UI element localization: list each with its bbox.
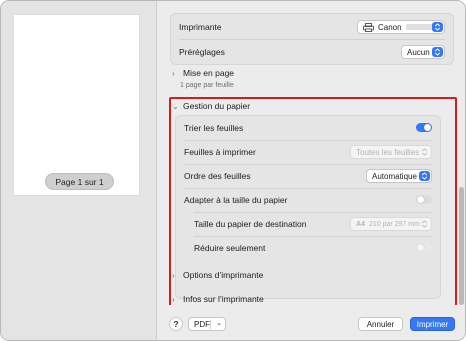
settings-pane: Imprimante Canon Préréglages Aucun › Mis… bbox=[158, 1, 465, 340]
page-order-label: Ordre des feuilles bbox=[184, 171, 251, 181]
help-button[interactable]: ? bbox=[169, 317, 183, 331]
printer-label: Imprimante bbox=[179, 22, 222, 32]
pages-to-print-select[interactable]: Toutes les feuilles bbox=[350, 145, 432, 159]
divider bbox=[194, 236, 432, 237]
paper-section-header[interactable]: ⌄ Gestion du papier bbox=[172, 101, 250, 111]
printer-options-title: Options d’imprimante bbox=[183, 270, 264, 280]
printer-options-section-header[interactable]: › Options d’imprimante bbox=[172, 270, 263, 280]
layout-section-header[interactable]: › Mise en page bbox=[172, 68, 234, 78]
print-dialog: Page 1 sur 1 Imprimante Canon Préréglage… bbox=[0, 0, 466, 341]
pages-to-print-label: Feuilles à imprimer bbox=[184, 147, 256, 157]
presets-row: Préréglages Aucun bbox=[171, 43, 453, 61]
presets-select[interactable]: Aucun bbox=[401, 45, 445, 59]
destination-size-label: Taille du papier de destination bbox=[194, 219, 307, 229]
scale-to-fit-row: Adapter à la taille du papier bbox=[176, 190, 440, 210]
scale-to-fit-toggle[interactable] bbox=[416, 195, 432, 204]
collate-toggle[interactable] bbox=[416, 123, 432, 132]
paper-section-title: Gestion du papier bbox=[183, 101, 251, 111]
divider bbox=[210, 320, 211, 329]
destination-size-value: 210 par 297 mm bbox=[368, 220, 420, 228]
scale-to-fit-label: Adapter à la taille du papier bbox=[184, 195, 288, 205]
chevron-down-icon: ⌄ bbox=[172, 101, 179, 111]
chevron-updown-icon bbox=[419, 171, 430, 181]
page-order-row: Ordre des feuilles Automatique bbox=[176, 166, 440, 186]
pdf-label: PDF bbox=[194, 319, 210, 329]
printer-icon bbox=[363, 22, 374, 32]
printer-settings-group: Imprimante Canon Préréglages Aucun bbox=[170, 13, 454, 65]
chevron-updown-icon bbox=[419, 219, 430, 229]
layout-summary: 1 page par feuille bbox=[180, 82, 234, 89]
divider bbox=[184, 188, 432, 189]
printer-model-redacted bbox=[405, 24, 434, 30]
printer-value: Canon bbox=[378, 22, 402, 32]
page-order-select[interactable]: Automatique bbox=[366, 169, 432, 183]
divider bbox=[184, 140, 432, 141]
chevron-down-icon: ⌄ bbox=[216, 320, 222, 327]
page-order-value: Automatique bbox=[372, 171, 417, 181]
scrollbar-thumb[interactable] bbox=[459, 187, 464, 305]
printer-row: Imprimante Canon bbox=[171, 18, 453, 36]
page-preview bbox=[13, 14, 140, 196]
chevron-right-icon: › bbox=[172, 68, 175, 78]
chevron-right-icon: › bbox=[172, 294, 175, 304]
destination-size-select[interactable]: A4 210 par 297 mm bbox=[350, 217, 432, 231]
destination-size-code: A4 bbox=[356, 220, 365, 228]
printer-info-title: Infos sur l’imprimante bbox=[183, 294, 264, 304]
chevron-updown-icon bbox=[432, 22, 443, 32]
divider bbox=[194, 212, 432, 213]
scale-down-only-toggle[interactable] bbox=[416, 243, 432, 252]
scale-down-only-label: Réduire seulement bbox=[194, 243, 266, 253]
divider bbox=[184, 164, 432, 165]
cancel-button[interactable]: Annuler bbox=[358, 317, 403, 331]
presets-label: Préréglages bbox=[179, 47, 225, 57]
pages-to-print-value: Toutes les feuilles bbox=[356, 147, 420, 157]
pages-to-print-row: Feuilles à imprimer Toutes les feuilles bbox=[176, 142, 440, 162]
chevron-right-icon: › bbox=[172, 270, 175, 280]
layout-section-title: Mise en page bbox=[183, 68, 235, 78]
destination-size-row: Taille du papier de destination A4 210 p… bbox=[176, 214, 440, 234]
printer-select[interactable]: Canon bbox=[357, 20, 445, 34]
settings-scroll-area[interactable]: › Mise en page 1 page par feuille ⌄ Gest… bbox=[158, 65, 465, 305]
pdf-menu-button[interactable]: PDF ⌄ bbox=[188, 317, 226, 331]
collate-label: Trier les feuilles bbox=[184, 123, 244, 133]
chevron-updown-icon bbox=[432, 47, 443, 57]
footer-bar: ? PDF ⌄ Annuler Imprimer bbox=[158, 305, 465, 340]
scale-down-only-row: Réduire seulement bbox=[176, 238, 440, 258]
print-button[interactable]: Imprimer bbox=[410, 317, 455, 331]
printer-info-section-header[interactable]: › Infos sur l’imprimante bbox=[172, 294, 264, 304]
chevron-updown-icon bbox=[419, 147, 430, 157]
page-count-label: Page 1 sur 1 bbox=[45, 173, 114, 190]
preview-pane: Page 1 sur 1 bbox=[1, 1, 157, 340]
collate-row: Trier les feuilles bbox=[176, 118, 440, 138]
divider bbox=[179, 39, 445, 40]
presets-value: Aucun bbox=[407, 47, 430, 57]
